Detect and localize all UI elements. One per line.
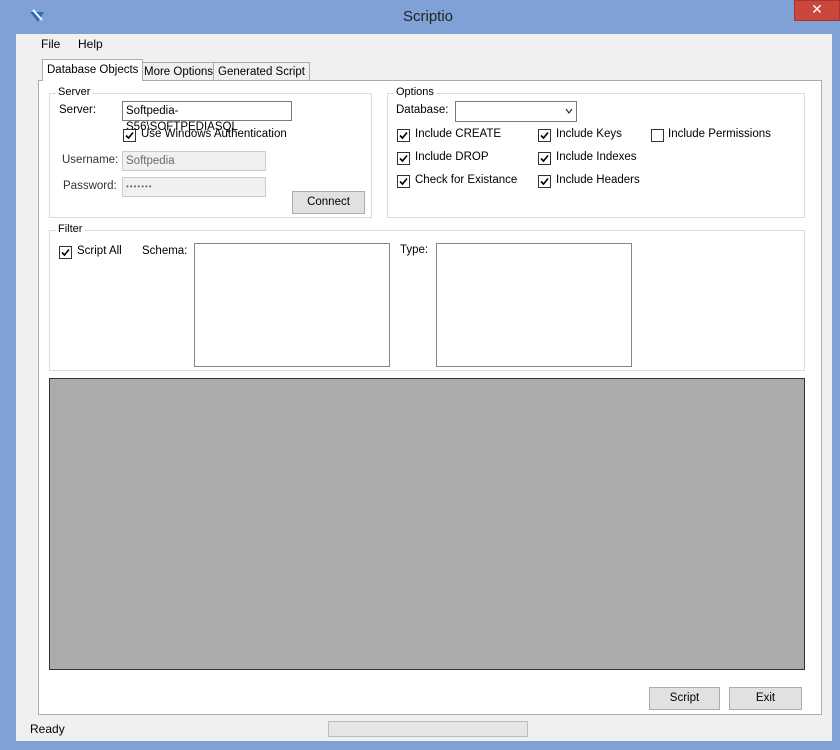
server-label: Server: [59, 104, 97, 116]
check-icon [399, 154, 408, 163]
check-icon [399, 177, 408, 186]
schema-label: Schema: [142, 245, 188, 257]
include-drop-checkbox[interactable] [397, 152, 410, 165]
include-permissions-checkbox[interactable] [651, 129, 664, 142]
include-create-checkbox[interactable] [397, 129, 410, 142]
check-icon [540, 177, 549, 186]
server-group-legend: Server [56, 86, 93, 98]
progress-bar [328, 721, 528, 737]
tab-generated-script[interactable]: Generated Script [213, 62, 310, 80]
app-window: Scriptio ✕ File Help Database Objects Mo… [0, 0, 840, 750]
title-bar[interactable]: Scriptio ✕ [0, 0, 840, 34]
menu-bar: File Help [16, 34, 832, 56]
username-input[interactable]: Softpedia [122, 151, 266, 171]
windows-auth-label: Use Windows Authentication [141, 128, 287, 140]
include-create-label: Include CREATE [415, 128, 502, 140]
check-icon [61, 248, 70, 257]
include-headers-checkbox[interactable] [538, 175, 551, 188]
status-text: Ready [30, 722, 65, 736]
database-label: Database: [396, 104, 449, 116]
check-existance-checkbox[interactable] [397, 175, 410, 188]
password-label: Password: [63, 180, 117, 192]
include-headers-label: Include Headers [556, 174, 640, 186]
type-label: Type: [400, 244, 429, 256]
include-indexes-label: Include Indexes [556, 151, 637, 163]
check-existance-label: Check for Existance [415, 174, 518, 186]
type-listbox[interactable] [436, 243, 632, 367]
windows-auth-checkbox[interactable] [123, 129, 136, 142]
check-icon [125, 131, 134, 140]
script-all-checkbox[interactable] [59, 246, 72, 259]
chevron-down-icon [565, 108, 573, 114]
check-icon [399, 131, 408, 140]
menu-help[interactable]: Help [78, 37, 103, 51]
include-drop-label: Include DROP [415, 151, 489, 163]
script-button[interactable]: Script [649, 687, 720, 710]
script-all-label: Script All [77, 245, 122, 257]
options-group-legend: Options [394, 86, 436, 98]
server-group: Server Server: Softpedia-S56\SOFTPEDIASQ… [49, 86, 372, 218]
close-icon: ✕ [811, 2, 823, 18]
status-bar: Ready [16, 717, 832, 741]
database-select[interactable] [455, 101, 577, 122]
include-keys-label: Include Keys [556, 128, 622, 140]
connect-button[interactable]: Connect [292, 191, 365, 214]
schema-listbox[interactable] [194, 243, 390, 367]
close-button[interactable]: ✕ [794, 0, 840, 21]
check-icon [540, 131, 549, 140]
window-title: Scriptio [402, 8, 454, 25]
options-group: Options Database: Include CREATE Include… [387, 86, 805, 218]
tab-database-objects[interactable]: Database Objects [42, 59, 144, 81]
check-icon [540, 154, 549, 163]
exit-button[interactable]: Exit [729, 687, 802, 710]
tab-panel-database-objects: Server Server: Softpedia-S56\SOFTPEDIASQ… [38, 80, 822, 715]
include-indexes-checkbox[interactable] [538, 152, 551, 165]
server-input[interactable]: Softpedia-S56\SOFTPEDIASQL [122, 101, 292, 133]
username-label: Username: [62, 154, 119, 166]
filter-group: Filter Script All Schema: Type: [49, 223, 805, 371]
script-output-panel[interactable] [49, 378, 805, 670]
tab-more-options[interactable]: More Options [139, 62, 219, 80]
include-permissions-label: Include Permissions [668, 128, 771, 140]
menu-file[interactable]: File [41, 37, 60, 51]
password-input[interactable]: ••••••• [122, 177, 266, 197]
client-area: File Help Database Objects More Options … [16, 34, 832, 741]
filter-group-legend: Filter [56, 223, 85, 235]
include-keys-checkbox[interactable] [538, 129, 551, 142]
